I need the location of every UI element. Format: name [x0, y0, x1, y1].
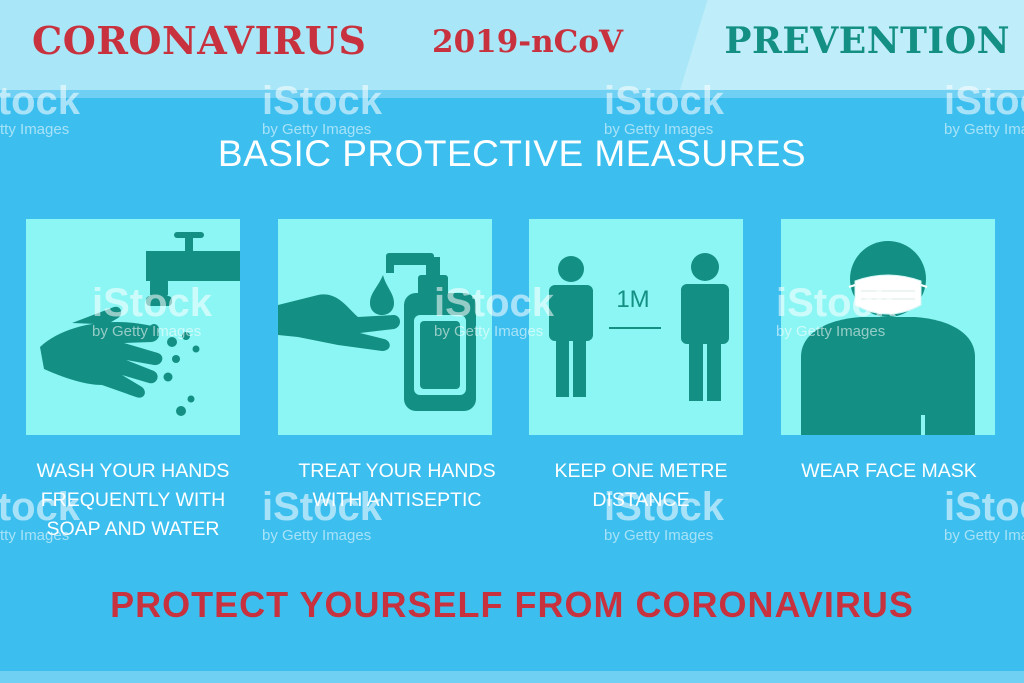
distance-card: 1M — [529, 219, 743, 435]
title-coronavirus: CORONAVIRUS — [32, 18, 367, 63]
distance-label: 1M — [616, 286, 649, 313]
wash-hands-card — [26, 219, 240, 435]
caption-line: WITH ANTISEPTIC — [312, 489, 482, 511]
header-band — [0, 90, 1024, 98]
footer-slogan: PROTECT YOURSELF FROM CORONAVIRUS — [110, 584, 914, 625]
antiseptic-caption: TREAT YOUR HANDS WITH ANTISEPTIC — [272, 457, 522, 515]
distance-icon: 1M — [549, 253, 729, 401]
caption-line: KEEP ONE METRE — [554, 460, 728, 482]
caption-line: SOAP AND WATER — [46, 518, 220, 540]
wash-hands-icon — [40, 232, 240, 416]
bottom-band — [0, 671, 1024, 683]
wash-hands-caption: WASH YOUR HANDS FREQUENTLY WITH SOAP AND… — [8, 457, 258, 544]
face-mask-card — [781, 219, 995, 435]
antiseptic-card — [278, 219, 492, 435]
caption-line: TREAT YOUR HANDS — [298, 460, 496, 482]
distance-caption: KEEP ONE METRE DISTANCE — [516, 457, 766, 515]
caption-line: WASH YOUR HANDS — [36, 460, 230, 482]
subtitle: BASIC PROTECTIVE MEASURES — [217, 133, 807, 174]
title-prevention: PREVENTION — [724, 20, 1010, 62]
face-mask-icon — [801, 241, 975, 435]
caption-line: DISTANCE — [592, 489, 690, 511]
face-mask-caption: WEAR FACE MASK — [764, 457, 1014, 486]
caption-line: FREQUENTLY WITH — [40, 489, 226, 511]
watermark: iStockby Getty Images — [944, 485, 1024, 544]
title-virus-code: 2019-nCoV — [432, 24, 624, 60]
caption-line: WEAR FACE MASK — [801, 460, 977, 482]
antiseptic-icon — [278, 253, 476, 411]
